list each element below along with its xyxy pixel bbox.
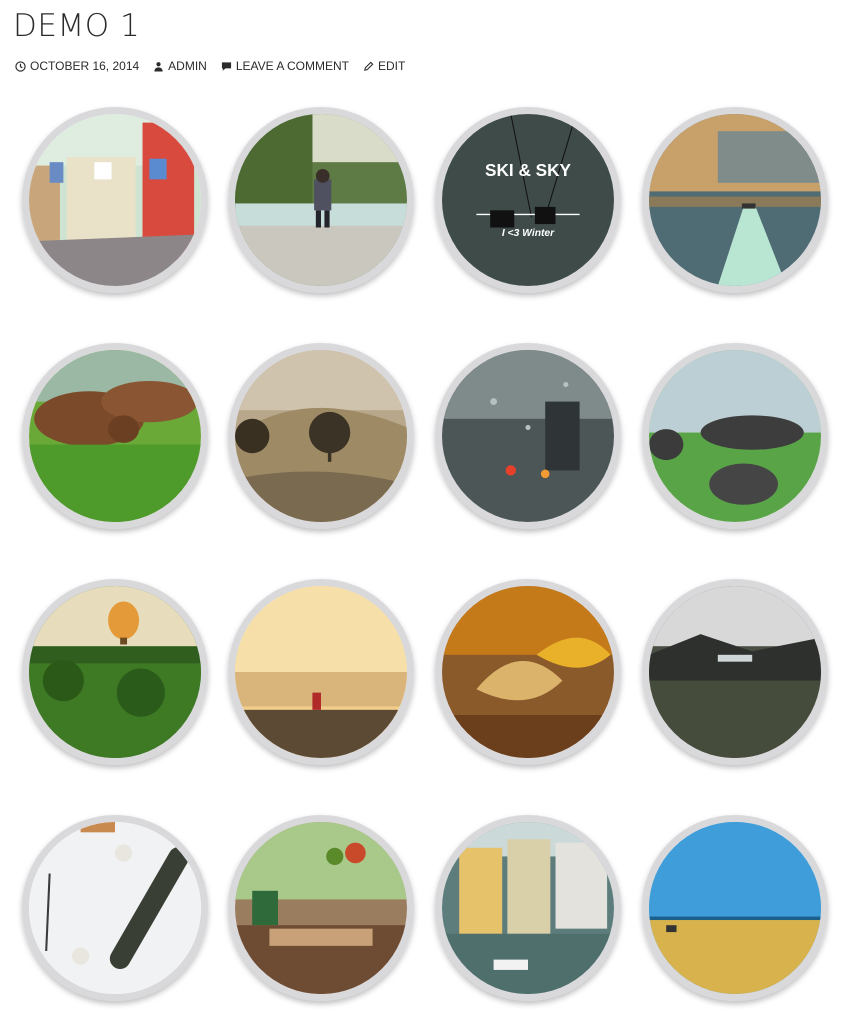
gallery-image-valley[interactable]: [642, 579, 828, 765]
gallery-image-wheat-field[interactable]: [642, 815, 828, 1001]
gallery-image-cows[interactable]: [22, 343, 208, 529]
gallery-image-boat[interactable]: [642, 107, 828, 293]
gallery-image-river[interactable]: [228, 107, 414, 293]
ski-caption: I <3 Winter: [502, 228, 555, 239]
gallery-image-balloon[interactable]: [22, 579, 208, 765]
gallery-image-autumn-leaves[interactable]: [435, 579, 621, 765]
ski-title: SKI & SKY: [485, 160, 571, 180]
gallery-image-stones[interactable]: [642, 343, 828, 529]
gallery-image-cafe[interactable]: [228, 815, 414, 1001]
gallery-image-street[interactable]: [22, 107, 208, 293]
gallery-image-raindrops[interactable]: [435, 343, 621, 529]
gallery-image-hillside[interactable]: [228, 343, 414, 529]
gallery-grid: SKI & SKY I <3 Winter: [0, 0, 847, 1022]
gallery-image-canal[interactable]: [435, 815, 621, 1001]
gallery-image-skateboard[interactable]: [22, 815, 208, 1001]
gallery-image-ski[interactable]: SKI & SKY I <3 Winter: [435, 107, 621, 293]
gallery-image-sunrise-field[interactable]: [228, 579, 414, 765]
